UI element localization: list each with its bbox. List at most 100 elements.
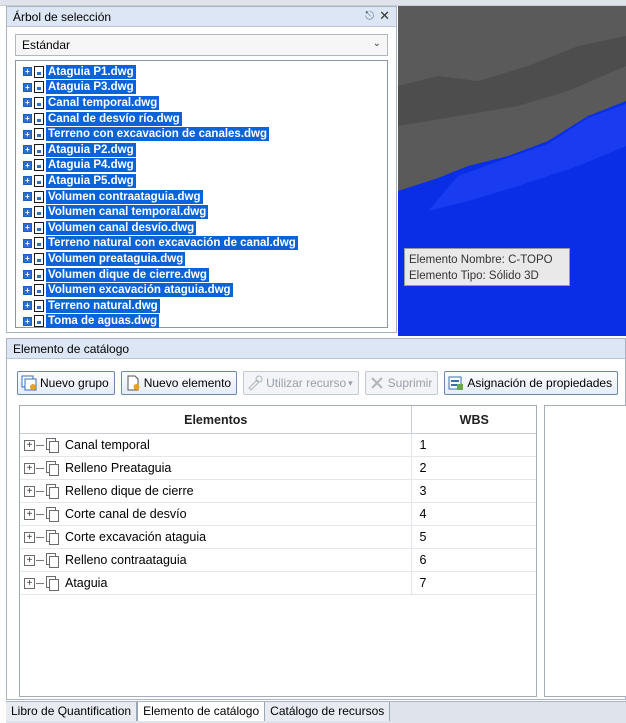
group-document-icon	[46, 506, 59, 522]
expand-plus-icon[interactable]: +	[24, 508, 35, 520]
wbs-cell[interactable]: 4	[412, 503, 536, 525]
element-cell[interactable]: + Relleno Preataguia	[20, 457, 413, 479]
group-document-icon	[46, 529, 59, 545]
bottom-tab[interactable]: Catálogo de recursos	[265, 702, 391, 721]
expand-plus-icon[interactable]: +	[23, 145, 32, 155]
tooltip-element-type: Elemento Tipo: Sólido 3D	[409, 270, 539, 282]
expand-plus-icon[interactable]: +	[23, 129, 32, 139]
selection-set-dropdown[interactable]: Estándar ⌄	[15, 34, 388, 56]
expand-plus-icon[interactable]: +	[23, 67, 32, 77]
tree-line	[36, 490, 44, 492]
tree-file-item[interactable]: + Volumen canal temporal.dwg	[23, 204, 387, 220]
expand-plus-icon[interactable]: +	[23, 223, 32, 233]
wbs-cell[interactable]: 1	[412, 434, 536, 456]
element-cell[interactable]: + Corte canal de desvío	[20, 503, 413, 525]
expand-plus-icon[interactable]: +	[23, 160, 32, 170]
pin-icon[interactable]: ⎋	[365, 10, 374, 23]
dwg-file-icon	[34, 159, 44, 172]
tree-file-item[interactable]: + Volumen canal desvío.dwg	[23, 220, 387, 236]
tooltip-element-name: Elemento Nombre: C-TOPO	[409, 254, 553, 266]
expand-plus-icon[interactable]: +	[23, 270, 32, 280]
expand-plus-icon[interactable]: +	[23, 254, 32, 264]
group-document-icon	[46, 460, 59, 476]
tree-file-item[interactable]: + Ataguia P4.dwg	[23, 158, 387, 174]
element-name: Ataguia	[65, 576, 108, 590]
tree-line	[36, 559, 44, 561]
column-header-elements[interactable]: Elementos	[20, 406, 413, 433]
tree-file-label: Terreno con excavacion de canales.dwg	[46, 127, 270, 142]
delete-button[interactable]: Suprimir	[364, 371, 439, 395]
tree-file-label: Ataguia P4.dwg	[46, 158, 136, 173]
table-row[interactable]: + Corte canal de desvío 4	[20, 503, 536, 526]
dwg-file-icon	[34, 299, 44, 312]
table-row[interactable]: + Corte excavación ataguia 5	[20, 526, 536, 549]
tree-file-label: Ataguia P2.dwg	[46, 142, 136, 157]
element-name: Canal temporal	[65, 438, 150, 452]
selection-tree-title: Árbol de selección	[13, 9, 112, 24]
expand-plus-icon[interactable]: +	[23, 176, 32, 186]
tree-file-item[interactable]: + Toma de aguas.dwg	[23, 314, 387, 330]
tree-line	[36, 536, 44, 538]
dwg-file-icon	[34, 65, 44, 78]
bottom-tab[interactable]: Libro de Quantification	[6, 702, 138, 721]
bottom-tab[interactable]: Elemento de catálogo	[137, 702, 266, 721]
tree-file-item[interactable]: + Volumen preataguia.dwg	[23, 251, 387, 267]
column-header-wbs[interactable]: WBS	[412, 406, 536, 433]
tree-file-item[interactable]: + Ataguia P3.dwg	[23, 80, 387, 96]
element-cell[interactable]: + Corte excavación ataguia	[20, 526, 413, 548]
table-row[interactable]: + Relleno Preataguia 2	[20, 457, 536, 480]
tree-file-item[interactable]: + Volumen contraataguia.dwg	[23, 189, 387, 205]
element-cell[interactable]: + Ataguia	[20, 572, 413, 594]
expand-plus-icon[interactable]: +	[24, 485, 35, 497]
dwg-file-icon	[34, 143, 44, 156]
expand-plus-icon[interactable]: +	[23, 316, 32, 326]
selection-tree[interactable]: + Ataguia P1.dwg + Ataguia P3.dwg + Canal tem…	[15, 60, 388, 330]
element-name: Relleno dique de cierre	[65, 484, 194, 498]
tree-file-item[interactable]: + Ataguia P5.dwg	[23, 173, 387, 189]
use-resource-button[interactable]: Utilizar recurso ▾	[243, 371, 359, 395]
expand-plus-icon[interactable]: +	[23, 301, 32, 311]
tree-file-label: Terreno natural.dwg	[46, 298, 160, 313]
expand-plus-icon[interactable]: +	[23, 207, 32, 217]
tree-file-item[interactable]: + Canal temporal.dwg	[23, 95, 387, 111]
table-row[interactable]: + Ataguia 7	[20, 572, 536, 595]
tree-file-item[interactable]: + Ataguia P2.dwg	[23, 142, 387, 158]
new-element-button[interactable]: Nuevo elemento	[120, 371, 238, 395]
tree-file-item[interactable]: + Canal de desvío río.dwg	[23, 111, 387, 127]
wbs-cell[interactable]: 5	[412, 526, 536, 548]
3d-viewport[interactable]	[398, 6, 626, 336]
wbs-cell[interactable]: 6	[412, 549, 536, 571]
tree-file-item[interactable]: + Ataguia P1.dwg	[23, 64, 387, 80]
tree-file-item[interactable]: + Volumen excavación ataguia.dwg	[23, 282, 387, 298]
expand-plus-icon[interactable]: +	[23, 192, 32, 202]
wbs-cell[interactable]: 7	[412, 572, 536, 594]
tree-line	[36, 513, 44, 515]
expand-plus-icon[interactable]: +	[23, 238, 32, 248]
expand-plus-icon[interactable]: +	[23, 285, 32, 295]
expand-plus-icon[interactable]: +	[24, 531, 35, 543]
tree-file-label: Ataguia P5.dwg	[46, 173, 136, 188]
table-row[interactable]: + Relleno dique de cierre 3	[20, 480, 536, 503]
expand-plus-icon[interactable]: +	[24, 462, 35, 474]
expand-plus-icon[interactable]: +	[23, 114, 32, 124]
tree-file-item[interactable]: + Terreno con excavacion de canales.dwg	[23, 126, 387, 142]
expand-plus-icon[interactable]: +	[24, 439, 35, 451]
new-group-button[interactable]: Nuevo grupo	[17, 371, 115, 395]
assign-properties-button[interactable]: Asignación de propiedades	[444, 371, 619, 395]
assign-properties-label: Asignación de propiedades	[467, 376, 613, 390]
expand-plus-icon[interactable]: +	[24, 554, 35, 566]
close-icon[interactable]: ✕	[379, 8, 390, 24]
table-row[interactable]: + Canal temporal 1	[20, 434, 536, 457]
expand-plus-icon[interactable]: +	[23, 98, 32, 108]
element-cell[interactable]: + Relleno contraataguia	[20, 549, 413, 571]
tree-file-item[interactable]: + Volumen dique de cierre.dwg	[23, 267, 387, 283]
tree-file-item[interactable]: + Terreno natural con excavación de canal…	[23, 236, 387, 252]
wbs-cell[interactable]: 3	[412, 480, 536, 502]
expand-plus-icon[interactable]: +	[24, 577, 35, 589]
element-cell[interactable]: + Canal temporal	[20, 434, 413, 456]
wbs-cell[interactable]: 2	[412, 457, 536, 479]
element-cell[interactable]: + Relleno dique de cierre	[20, 480, 413, 502]
tree-file-item[interactable]: + Terreno natural.dwg	[23, 298, 387, 314]
table-row[interactable]: + Relleno contraataguia 6	[20, 549, 536, 572]
expand-plus-icon[interactable]: +	[23, 82, 32, 92]
